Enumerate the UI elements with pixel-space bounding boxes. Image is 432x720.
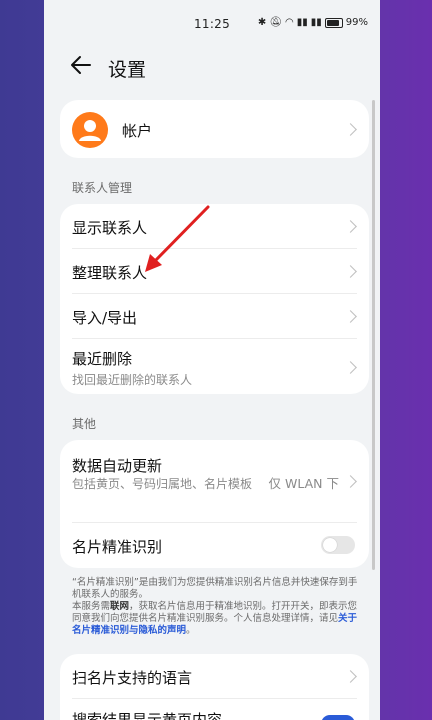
- signal-icon: ▮▮: [296, 17, 308, 28]
- row-label: 显示联系人: [72, 219, 148, 237]
- row-sublabel: 包括黄页、号码归属地、名片模板: [72, 477, 253, 491]
- note-text: 本服务需: [72, 601, 111, 612]
- account-row[interactable]: 帐户: [60, 100, 369, 158]
- row-show-yellow-pages: 搜索结果显示黄页内容: [60, 699, 369, 720]
- status-icons: ✱ 🔕︎ ◠ ▮▮ ▮▮ 99%: [258, 17, 368, 28]
- mute-icon: 🔕︎: [269, 17, 282, 28]
- row-label: 扫名片支持的语言: [72, 669, 193, 687]
- row-scan-languages[interactable]: 扫名片支持的语言: [60, 654, 369, 698]
- row-card-recognition: 名片精准识别: [60, 523, 369, 568]
- chevron-right-icon: [344, 123, 357, 136]
- contacts-card: 显示联系人 整理联系人 导入/导出 最近删除 找回最近删除的联系人: [60, 204, 369, 394]
- row-label: 名片精准识别: [72, 538, 163, 556]
- note-paragraph-2: 本服务需联网，获取名片信息用于精准地识别。打开开关，即表示您同意我们向您提供名片…: [72, 601, 364, 637]
- card-recognition-toggle[interactable]: [321, 536, 355, 554]
- privacy-note: “名片精准识别”是由我们为您提供精准识别名片信息并快速保存到手机联系人的服务。 …: [72, 577, 364, 637]
- header: 设置: [44, 46, 380, 88]
- row-show-contacts[interactable]: 显示联系人: [60, 204, 369, 248]
- row-recently-deleted[interactable]: 最近删除 找回最近删除的联系人: [60, 339, 369, 394]
- section-title-other: 其他: [72, 417, 97, 431]
- section-title-contacts: 联系人管理: [72, 181, 133, 195]
- chevron-right-icon: [344, 265, 357, 278]
- note-paragraph-1: “名片精准识别”是由我们为您提供精准识别名片信息并快速保存到手机联系人的服务。: [72, 577, 358, 600]
- row-organize-contacts[interactable]: 整理联系人: [60, 249, 369, 293]
- chevron-right-icon: [344, 310, 357, 323]
- row-sublabel: 找回最近删除的联系人: [72, 373, 193, 387]
- chevron-right-icon: [344, 475, 357, 488]
- row-auto-update[interactable]: 数据自动更新 包括黄页、号码归属地、名片模板 仅 WLAN 下: [60, 440, 369, 522]
- chevron-right-icon: [344, 220, 357, 233]
- row-label: 搜索结果显示黄页内容: [72, 711, 223, 720]
- yellow-pages-toggle[interactable]: [321, 715, 355, 720]
- signal-2-icon: ▮▮: [310, 17, 322, 28]
- bluetooth-icon: ✱: [257, 17, 267, 28]
- battery-percent: 99%: [345, 17, 368, 28]
- row-label: 数据自动更新: [72, 457, 163, 475]
- other-card: 数据自动更新 包括黄页、号码归属地、名片模板 仅 WLAN 下 名片精准识别: [60, 440, 369, 568]
- scrollbar[interactable]: [372, 100, 375, 570]
- page-title: 设置: [108, 59, 147, 81]
- back-arrow-icon[interactable]: [68, 52, 94, 78]
- avatar: [72, 112, 108, 148]
- settings-screen: 11:25 ✱ 🔕︎ ◠ ▮▮ ▮▮ 99% 设置 帐户 联系人管理 显示联系人…: [44, 0, 380, 720]
- wifi-icon: ◠: [285, 17, 294, 28]
- chevron-right-icon: [344, 361, 357, 374]
- account-label: 帐户: [122, 122, 153, 140]
- status-bar: 11:25 ✱ 🔕︎ ◠ ▮▮ ▮▮ 99%: [44, 0, 380, 46]
- row-label: 整理联系人: [72, 264, 148, 282]
- note-bold-network: 联网: [110, 601, 130, 612]
- row-label: 最近删除: [72, 350, 133, 368]
- bottom-card: 扫名片支持的语言 搜索结果显示黄页内容: [60, 654, 369, 720]
- person-icon: [79, 120, 101, 141]
- battery-icon: [324, 17, 343, 28]
- auto-update-value: 仅 WLAN 下: [268, 476, 339, 491]
- note-text: 。: [186, 625, 196, 636]
- chevron-right-icon: [344, 670, 357, 683]
- row-import-export[interactable]: 导入/导出: [60, 294, 369, 338]
- row-label: 导入/导出: [72, 309, 138, 327]
